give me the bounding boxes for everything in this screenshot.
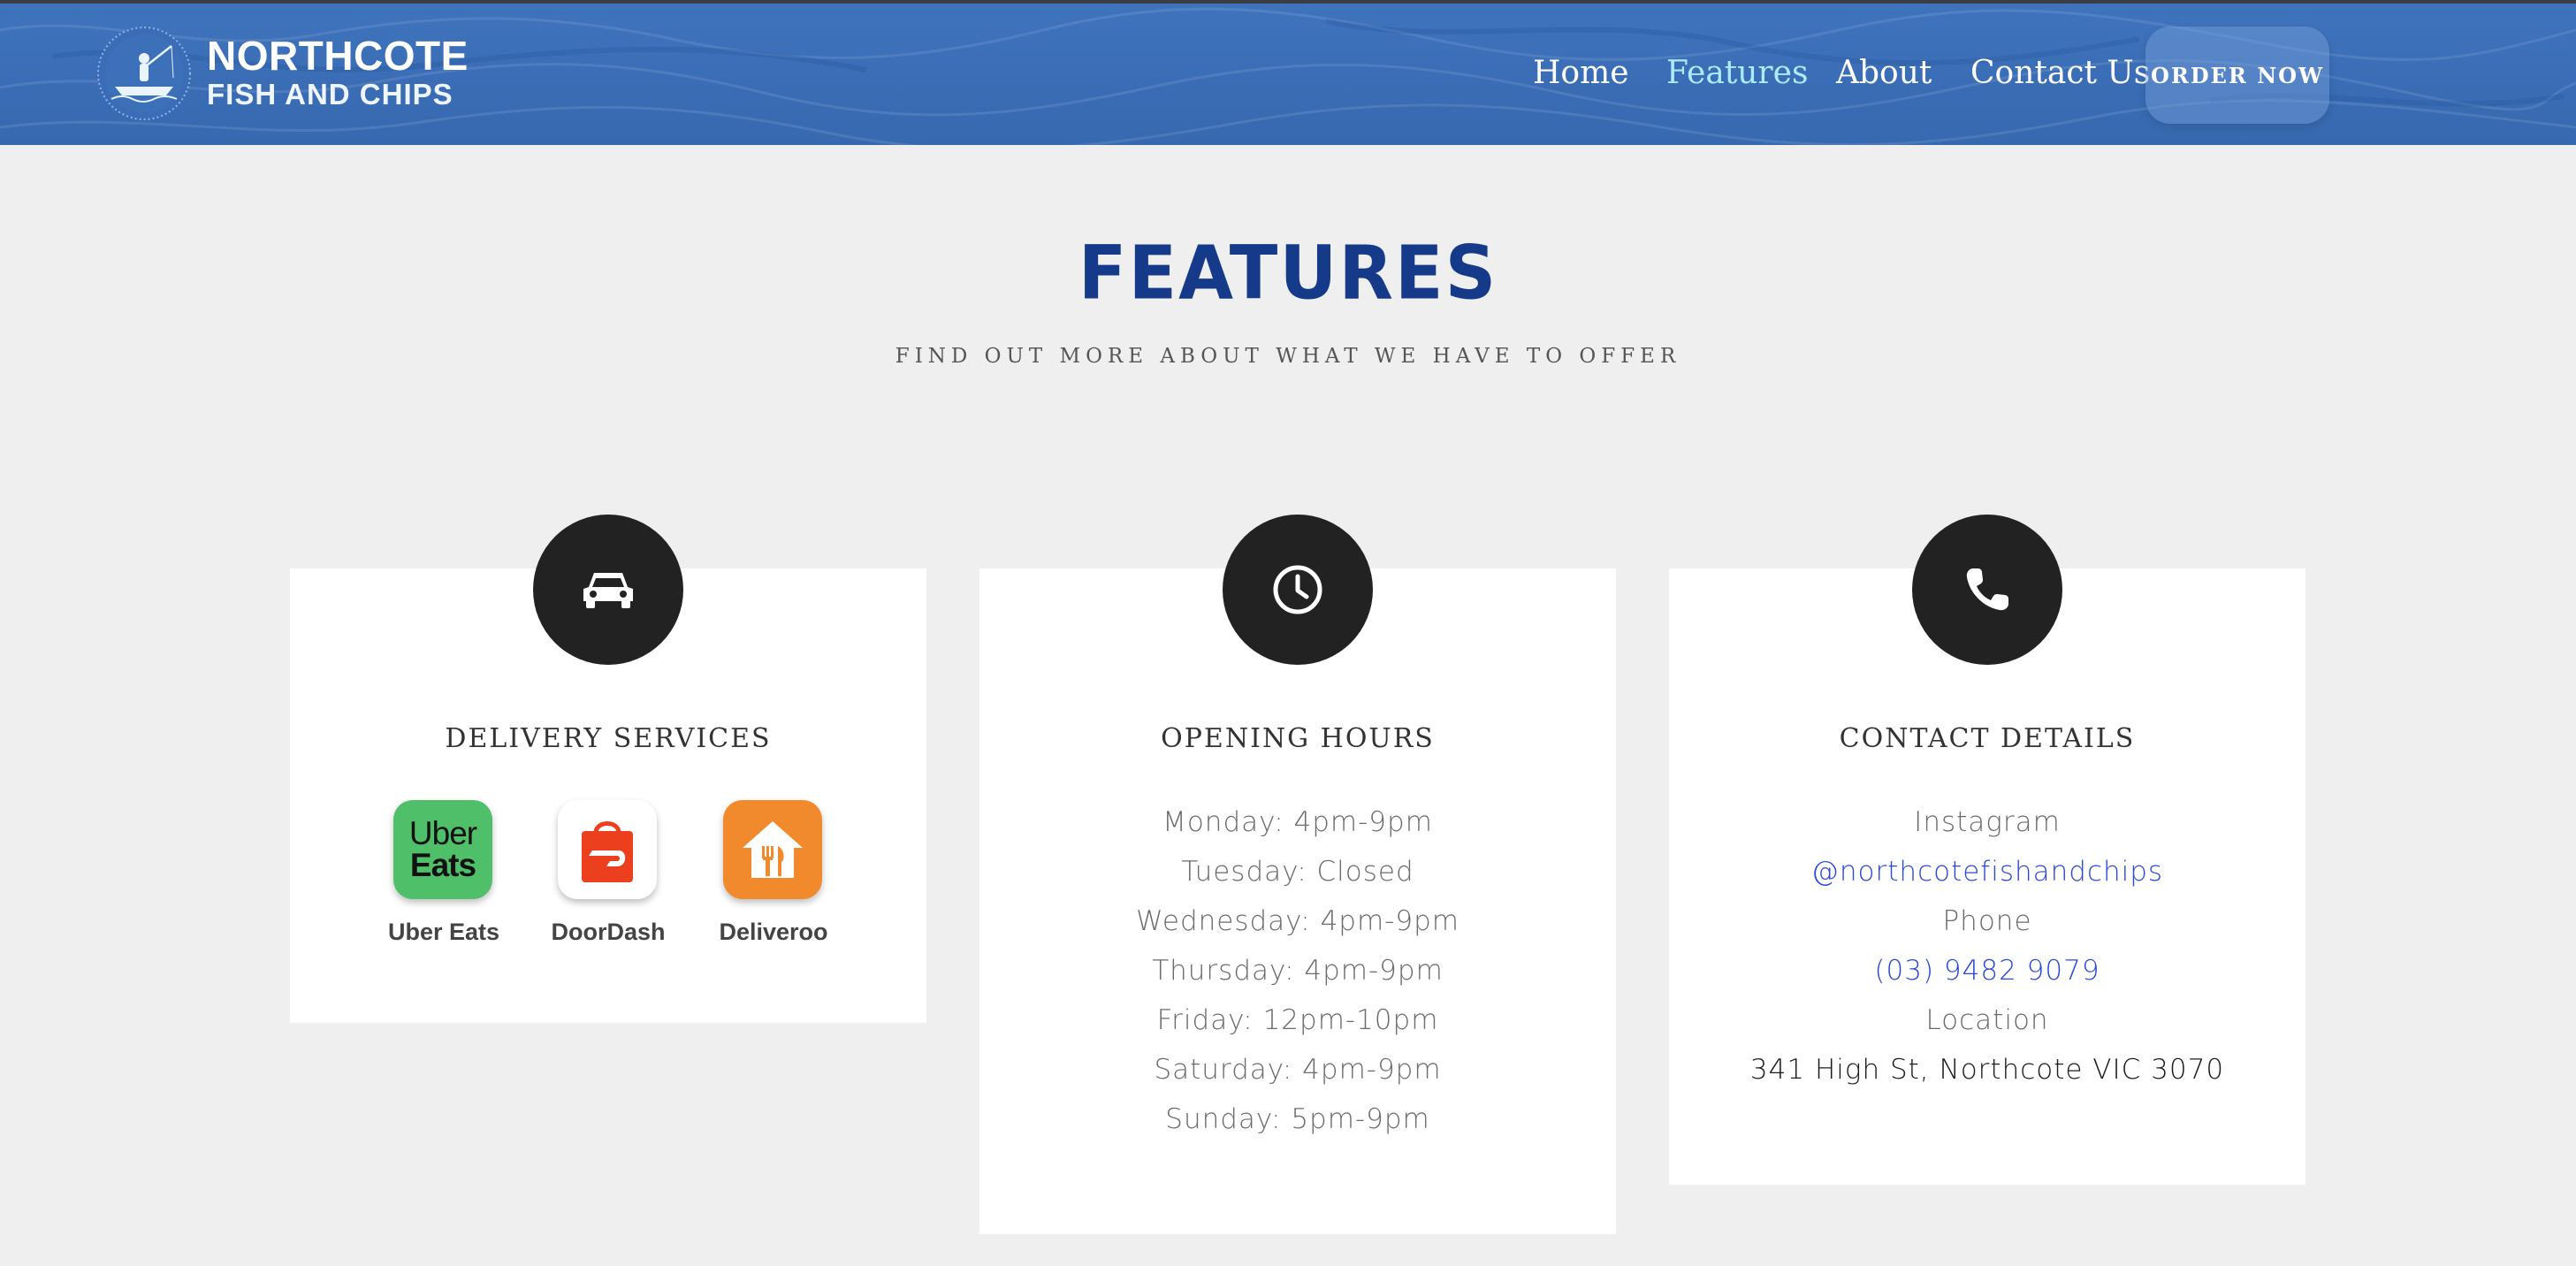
location-label: Location <box>1925 1004 2049 1036</box>
instagram-label: Instagram <box>1914 806 2061 838</box>
hours-friday: Friday: 12pm-10pm <box>1156 1004 1439 1036</box>
nav-contact-link[interactable]: Contact Us <box>1970 55 2150 91</box>
phone-label: Phone <box>1942 905 2032 937</box>
page-title: FEATURES <box>1078 229 1498 316</box>
uber-eats-logo-icon: Uber Eats <box>393 800 492 899</box>
uber-logo-text-1: Uber <box>408 815 477 851</box>
deliveroo-label: Deliveroo <box>719 919 828 945</box>
uber-eats-label: Uber Eats <box>387 919 500 945</box>
hours-monday: Monday: 4pm-9pm <box>1162 806 1433 838</box>
nav-features-link[interactable]: Features <box>1666 55 1808 91</box>
order-now-button[interactable]: ORDER NOW <box>2145 27 2329 124</box>
page-subtitle: FIND OUT MORE ABOUT WHAT WE HAVE TO OFFE… <box>895 345 1681 368</box>
instagram-link[interactable]: @northcotefishandchips <box>1669 856 2305 888</box>
car-icon <box>533 515 683 665</box>
deliveroo-app[interactable]: Deliveroo <box>719 800 828 946</box>
doordash-label: DoorDash <box>551 919 666 945</box>
phone-icon <box>1912 515 2062 665</box>
card-title: OPENING HOURS <box>1161 723 1435 754</box>
hours-sunday: Sunday: 5pm-9pm <box>1165 1103 1430 1135</box>
card-title: DELIVERY SERVICES <box>445 723 772 754</box>
hours-tuesday: Tuesday: Closed <box>1181 856 1414 888</box>
hours-thursday: Thursday: 4pm-9pm <box>1152 955 1444 987</box>
doordash-logo-icon <box>558 800 657 899</box>
clock-icon <box>1223 515 1373 665</box>
uber-eats-app[interactable]: Uber Eats Uber Eats <box>388 800 499 946</box>
nav-about-link[interactable]: About <box>1836 55 1932 91</box>
hours-wednesday: Wednesday: 4pm-9pm <box>1136 905 1459 937</box>
phone-link[interactable]: (03) 9482 9079 <box>1669 955 2305 987</box>
hours-saturday: Saturday: 4pm-9pm <box>1154 1054 1442 1086</box>
card-title: CONTACT DETAILS <box>1839 723 2136 754</box>
nav-home-link[interactable]: Home <box>1533 55 1629 91</box>
doordash-app[interactable]: DoorDash <box>551 800 666 946</box>
deliveroo-logo-icon <box>723 800 822 899</box>
uber-logo-text-2: Eats <box>409 847 476 883</box>
main-nav: Home Features About Contact Us ORDER NOW <box>0 4 2576 145</box>
opening-hours-card: OPENING HOURS Monday: 4pm-9pm Tuesday: C… <box>979 568 1616 1234</box>
address-text: 341 High St, Northcote VIC 3070 <box>1749 1054 2225 1086</box>
